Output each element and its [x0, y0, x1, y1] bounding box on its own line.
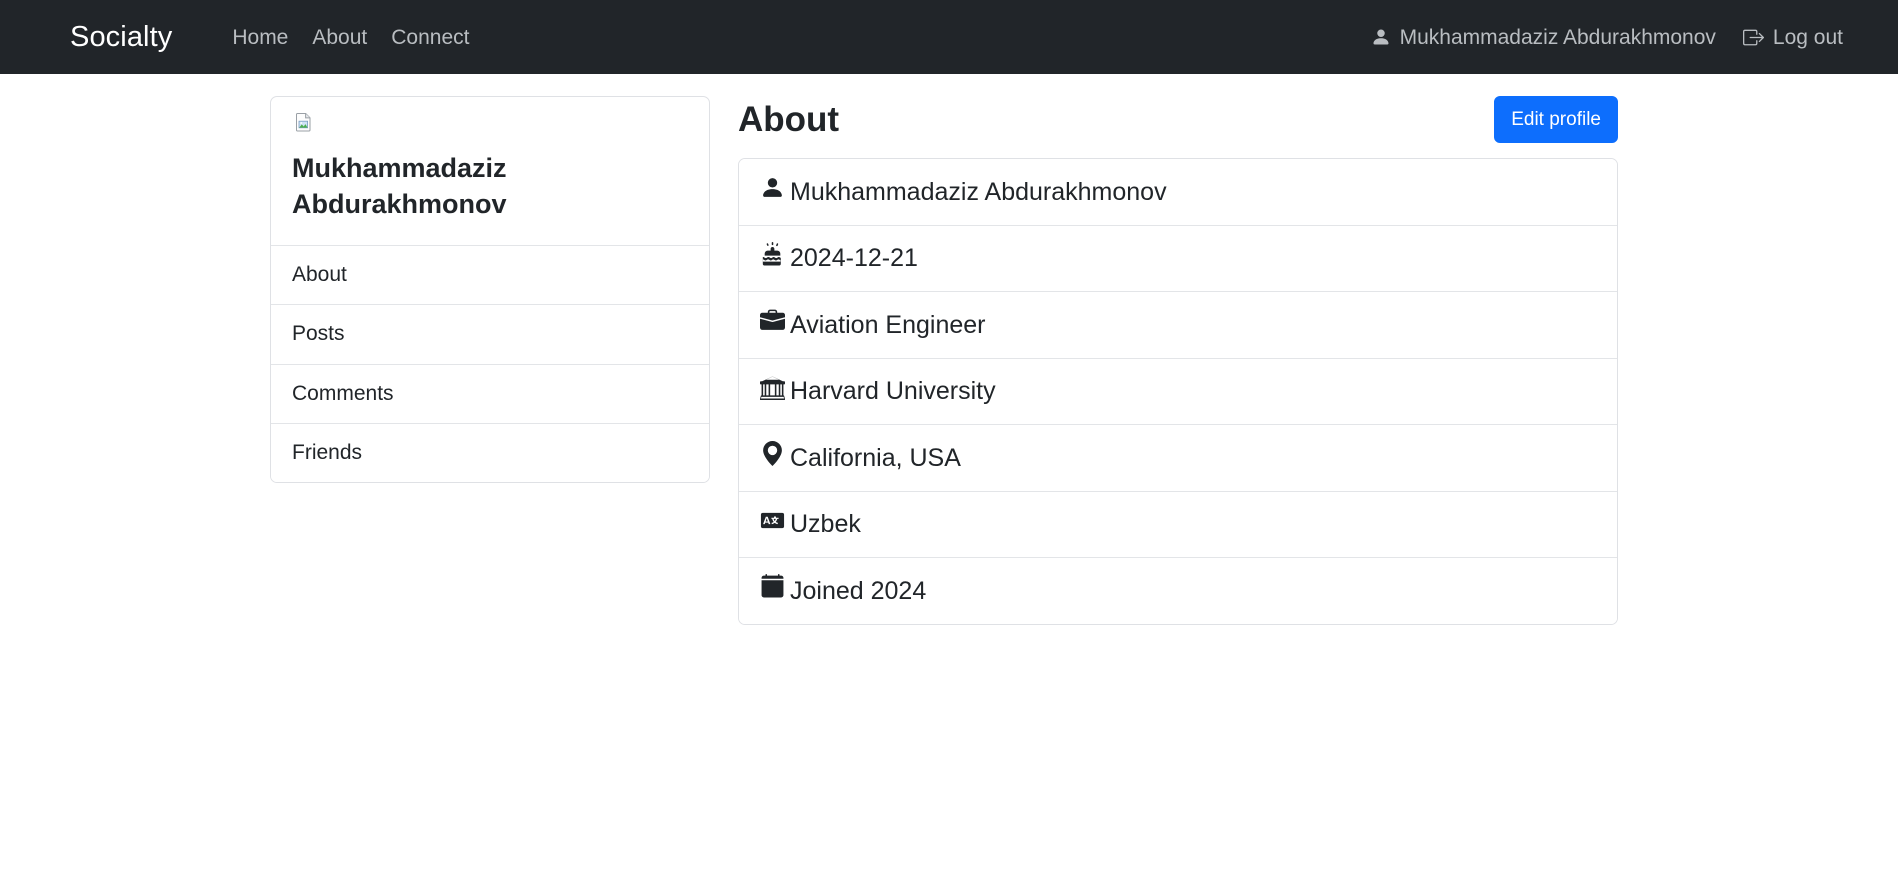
- sidebar-item-friends[interactable]: Friends: [271, 422, 709, 483]
- edit-profile-button[interactable]: Edit profile: [1494, 96, 1618, 143]
- sidebar-item-posts[interactable]: Posts: [271, 304, 709, 364]
- left-sidebar-column: Mukhammadaziz Abdurakhmonov About Posts …: [270, 96, 710, 484]
- box-arrow-right-icon: [1742, 27, 1764, 48]
- detail-language-value: Uzbek: [790, 510, 861, 538]
- page-title: About: [738, 100, 840, 139]
- sidebar-item-comments[interactable]: Comments: [271, 363, 709, 423]
- profile-card-body: Mukhammadaziz Abdurakhmonov: [271, 97, 709, 245]
- detail-location-value: California, USA: [790, 443, 961, 472]
- nav-link-home[interactable]: Home: [232, 27, 288, 48]
- navbar-user-link[interactable]: Mukhammadaziz Abdurakhmonov: [1371, 27, 1716, 48]
- detail-birthday: 2024-12-21: [739, 224, 1617, 291]
- detail-occupation-value: Aviation Engineer: [790, 310, 986, 339]
- logout-label: Log out: [1772, 25, 1843, 49]
- primary-nav: Home About Connect: [232, 27, 469, 48]
- person-fill-icon: [1371, 27, 1391, 47]
- nav-link-about[interactable]: About: [312, 27, 367, 48]
- top-navbar: Socialty Home About Connect Mukhammadazi…: [0, 0, 1898, 74]
- cake-icon: [760, 241, 785, 276]
- page-container: Mukhammadaziz Abdurakhmonov About Posts …: [0, 74, 1898, 625]
- detail-full-name-value: Mukhammadaziz Abdurakhmonov: [790, 177, 1167, 206]
- profile-name: Mukhammadaziz Abdurakhmonov: [292, 153, 507, 219]
- about-details-list: Mukhammadaziz Abdurakhmonov 2024-12-21 A…: [738, 158, 1618, 625]
- bank-icon: [759, 375, 786, 409]
- detail-education-value: Harvard University: [790, 377, 996, 405]
- detail-language: Uzbek: [739, 490, 1617, 557]
- main-header: About Edit profile: [738, 96, 1618, 158]
- geo-alt-fill-icon: [760, 441, 785, 475]
- detail-joined-value: Joined 2024: [790, 576, 927, 605]
- profile-card: Mukhammadaziz Abdurakhmonov About Posts …: [270, 96, 710, 484]
- detail-birthday-value: 2024-12-21: [790, 244, 918, 272]
- detail-location: California, USA: [739, 424, 1617, 491]
- person-fill-icon: [760, 175, 785, 209]
- translate-icon: [760, 508, 785, 542]
- detail-joined: Joined 2024: [739, 557, 1617, 624]
- detail-occupation: Aviation Engineer: [739, 291, 1617, 358]
- sidebar-item-about[interactable]: About: [271, 244, 709, 305]
- navbar-user-name: Mukhammadaziz Abdurakhmonov: [1399, 25, 1716, 49]
- nav-link-connect[interactable]: Connect: [391, 27, 469, 48]
- briefcase-fill-icon: [760, 308, 785, 342]
- detail-education: Harvard University: [739, 357, 1617, 424]
- navbar-right-group: Mukhammadaziz Abdurakhmonov Log out: [1371, 27, 1868, 48]
- logout-button[interactable]: Log out: [1742, 25, 1843, 49]
- brand-logo[interactable]: Socialty: [70, 22, 172, 52]
- detail-full-name: Mukhammadaziz Abdurakhmonov: [739, 159, 1617, 225]
- calendar-fill-icon: [760, 574, 785, 608]
- main-content-column: About Edit profile Mukhammadaziz Abdurak…: [738, 96, 1618, 625]
- broken-image-icon: [292, 111, 314, 133]
